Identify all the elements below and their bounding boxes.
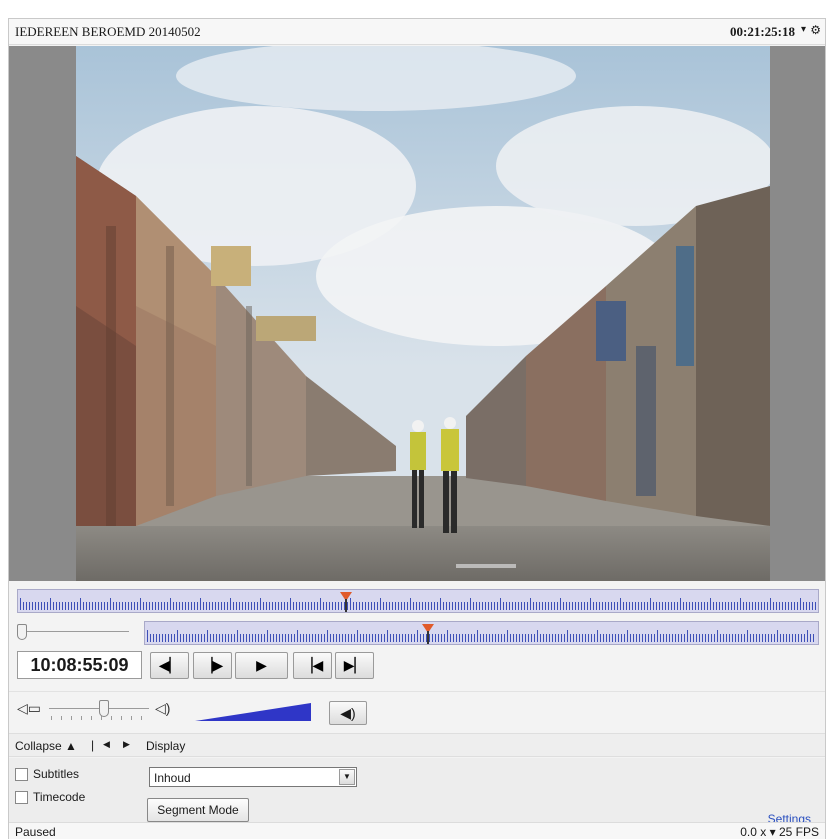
jog-slider-thumb[interactable] bbox=[17, 624, 27, 640]
step-forward-icon: ▕▶ bbox=[201, 657, 224, 673]
options-panel: Subtitles Timecode Inhoud ▼ Segment Mode… bbox=[9, 758, 825, 826]
playback-speed: 0.0 x bbox=[740, 825, 767, 839]
speaker-right-icon: ◁) bbox=[155, 700, 171, 716]
current-timecode[interactable]: 10:08:55:09 bbox=[17, 651, 142, 679]
separator: | bbox=[91, 738, 95, 752]
go-to-end-button[interactable]: ▶▏ bbox=[335, 652, 374, 679]
step-back-icon: ◀▏ bbox=[158, 657, 181, 673]
zoom-timeline-major-ticks bbox=[147, 630, 816, 642]
media-player-panel: IEDEREEN BEROEMD 20140502 00:21:25:18 ▾ … bbox=[8, 18, 826, 839]
chevron-down-icon[interactable]: ▼ bbox=[339, 769, 355, 785]
collapse-toggle[interactable]: Collapse ▲ bbox=[15, 739, 77, 753]
jog-slider-track bbox=[17, 631, 129, 632]
display-select[interactable]: Inhoud ▼ bbox=[149, 767, 357, 787]
gear-icon[interactable]: ⚙ bbox=[810, 23, 821, 37]
go-to-end-icon: ▶▏ bbox=[343, 657, 366, 673]
step-back-button[interactable]: ◀▏ bbox=[150, 652, 189, 679]
jog-slider[interactable] bbox=[17, 623, 129, 641]
balance-slider-ticks bbox=[51, 716, 147, 720]
segment-mode-button[interactable]: Segment Mode bbox=[147, 798, 249, 822]
display-select-value: Inhoud bbox=[154, 771, 191, 785]
step-forward-button[interactable]: ▕▶ bbox=[193, 652, 232, 679]
play-icon: ▶ bbox=[256, 657, 267, 673]
speaker-icon: ◀) bbox=[340, 705, 356, 721]
title-bar: IEDEREEN BEROEMD 20140502 00:21:25:18 ▾ … bbox=[9, 19, 825, 45]
prev-arrow-icon[interactable]: ◀ bbox=[103, 739, 110, 750]
speed-fps-readout[interactable]: 0.0 x ▾ 25 FPS bbox=[740, 825, 819, 839]
status-bar: Paused 0.0 x ▾ 25 FPS bbox=[9, 822, 825, 839]
program-title: IEDEREEN BEROEMD 20140502 bbox=[15, 24, 201, 39]
audio-controls: ◁▭ ◁) ◀) bbox=[9, 691, 825, 731]
video-still-image bbox=[76, 46, 770, 581]
volume-level-wedge[interactable] bbox=[195, 703, 311, 721]
frame-rate: 25 FPS bbox=[778, 825, 819, 839]
subtitles-checkbox[interactable] bbox=[15, 768, 28, 781]
timeline-playhead-line bbox=[345, 599, 347, 612]
subtitles-label: Subtitles bbox=[33, 767, 80, 781]
mute-button[interactable]: ◀) bbox=[329, 701, 367, 725]
timecode-label: Timecode bbox=[33, 790, 86, 804]
playback-state: Paused bbox=[15, 825, 56, 839]
duration-timecode: 00:21:25:18 bbox=[730, 24, 795, 39]
chevron-down-icon[interactable]: ▾ bbox=[770, 825, 779, 839]
zoom-timeline-playhead-line bbox=[427, 631, 429, 644]
go-to-start-icon: ▕◀ bbox=[301, 657, 324, 673]
speaker-left-icon: ◁▭ bbox=[17, 700, 41, 716]
play-button[interactable]: ▶ bbox=[235, 652, 288, 679]
next-arrow-icon[interactable]: ▶ bbox=[123, 739, 130, 750]
chevron-down-icon[interactable]: ▾ bbox=[801, 24, 806, 35]
balance-slider[interactable] bbox=[49, 698, 149, 726]
zoom-timeline[interactable] bbox=[144, 621, 819, 645]
collapse-bar: Collapse ▲ | ◀ ▶ Display bbox=[9, 733, 825, 757]
main-timeline[interactable] bbox=[17, 589, 819, 613]
video-frame bbox=[76, 46, 770, 581]
go-to-start-button[interactable]: ▕◀ bbox=[293, 652, 332, 679]
display-label: Display bbox=[146, 739, 186, 753]
timecode-checkbox[interactable] bbox=[15, 791, 28, 804]
balance-slider-thumb[interactable] bbox=[99, 700, 109, 717]
timeline-major-ticks bbox=[20, 598, 816, 610]
video-viewport[interactable] bbox=[9, 46, 825, 581]
